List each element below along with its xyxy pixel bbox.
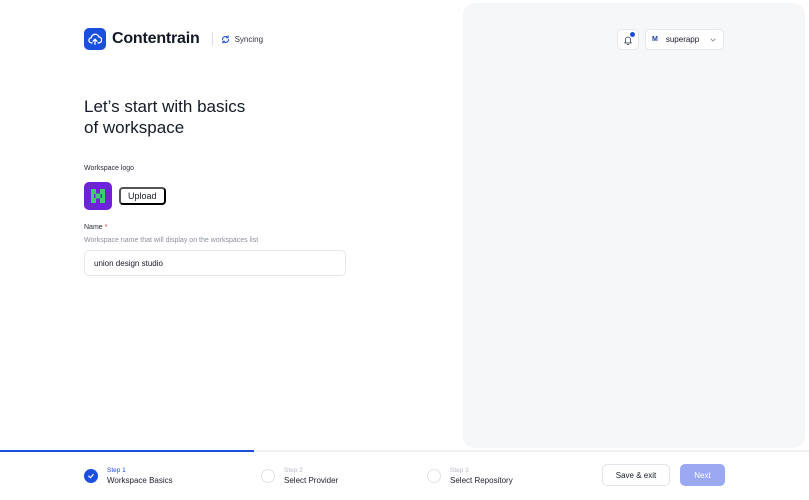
step-2[interactable]: Step 2 Select Provider: [261, 467, 338, 485]
brand-name: Contentrain: [112, 30, 200, 47]
upload-logo-button[interactable]: Upload: [119, 187, 166, 205]
required-marker: *: [104, 224, 108, 231]
account-name: superapp: [665, 35, 700, 44]
step-1[interactable]: Step 1 Workspace Basics: [84, 467, 173, 485]
page-title: Let’s start with basics of workspace: [84, 96, 314, 138]
page-title-line-2: of workspace: [84, 118, 185, 137]
name-hint: Workspace name that will display on the …: [84, 237, 259, 244]
step-3[interactable]: Step 3 Select Repository: [427, 467, 513, 485]
next-button[interactable]: Next: [680, 464, 725, 486]
step-3-title: Select Repository: [450, 476, 513, 485]
workspace-logo-label: Workspace logo: [84, 165, 135, 172]
step-2-indicator: [261, 469, 275, 483]
brand-header: Contentrain Syncing: [84, 28, 263, 50]
cloud-upload-icon: [88, 33, 102, 45]
sync-status: Syncing: [221, 35, 263, 44]
refresh-icon: [221, 34, 229, 44]
page-title-line-1: Let’s start with basics: [84, 97, 246, 116]
progress-fill: [0, 450, 255, 452]
account-avatar: M: [652, 36, 658, 43]
contentrain-logo[interactable]: [84, 28, 106, 50]
check-icon: [88, 473, 94, 479]
notification-badge: [630, 32, 635, 37]
step-2-title: Select Provider: [284, 476, 339, 485]
step-1-title: Workspace Basics: [107, 476, 173, 485]
workspace-logo-preview: [84, 182, 112, 210]
workspace-logo-icon: [91, 189, 105, 203]
step-3-number: Step 3: [450, 467, 469, 474]
name-label: Name *: [84, 224, 107, 231]
step-2-number: Step 2: [284, 467, 303, 474]
progress-track: [0, 450, 809, 452]
step-1-indicator: [84, 469, 98, 483]
chevron-down-icon: [710, 38, 716, 42]
stepper-footer: Step 1 Workspace Basics Step 2 Select Pr…: [0, 450, 809, 500]
workspace-name-input[interactable]: [84, 250, 346, 276]
preview-panel: [463, 3, 805, 448]
save-exit-button[interactable]: Save & exit: [602, 464, 670, 486]
step-3-indicator: [427, 469, 441, 483]
sync-status-label: Syncing: [234, 34, 264, 44]
name-label-text: Name: [84, 224, 103, 231]
notifications-button[interactable]: [617, 29, 639, 50]
account-switcher[interactable]: M superapp: [645, 29, 724, 50]
header-divider: [211, 32, 213, 46]
step-1-number: Step 1: [107, 467, 126, 474]
